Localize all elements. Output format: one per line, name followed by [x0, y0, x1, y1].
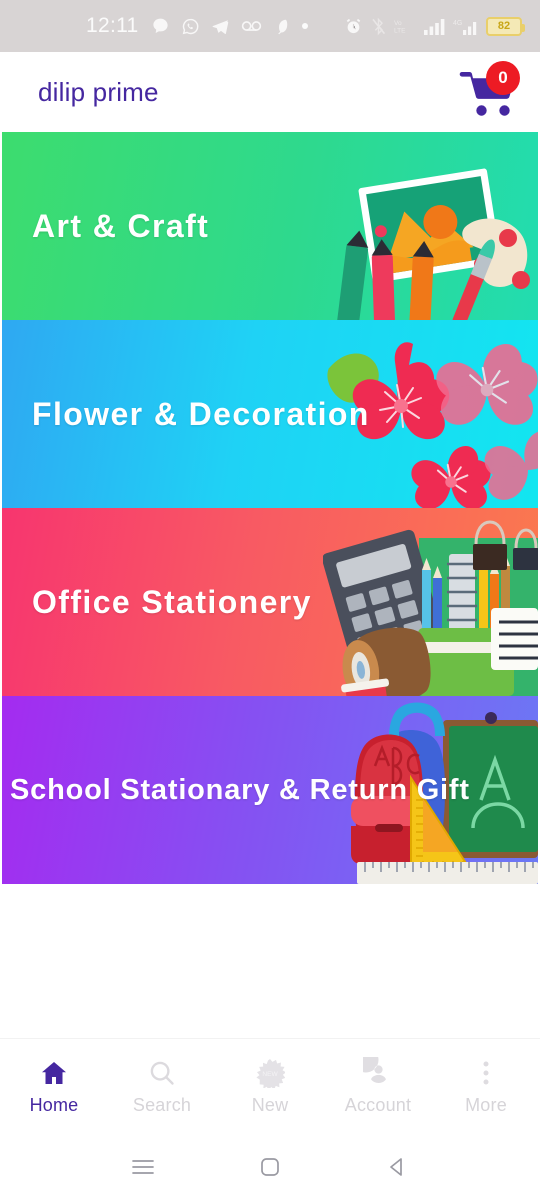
art-supplies-illustration: [337, 168, 530, 320]
search-icon: [147, 1058, 177, 1088]
signal-4g-icon: 4G: [453, 18, 479, 35]
banner-art-and-craft[interactable]: Art & Craft: [2, 132, 538, 320]
home-icon: [38, 1058, 70, 1088]
back-triangle-icon[interactable]: [370, 1147, 424, 1187]
battery-level-label: 82: [497, 19, 511, 32]
home-square-icon[interactable]: [243, 1147, 297, 1187]
app-root: 12:11 Vo LTE 4G 82 dilip prime 0 Art & C…: [0, 0, 540, 1200]
chat-bubble-icon: [151, 17, 170, 36]
nav-label-search: Search: [132, 1094, 192, 1115]
nav-item-more[interactable]: More: [432, 1058, 540, 1116]
banner-title: Office Stationery: [32, 583, 312, 620]
nav-label-more: More: [465, 1094, 507, 1115]
recents-hamburger-icon[interactable]: [116, 1147, 170, 1187]
feather-icon: [273, 17, 291, 36]
banner-office-stationery[interactable]: Office Stationery: [2, 508, 538, 696]
category-banner-list: Art & Craft Flower & Decoration Office S…: [0, 132, 540, 884]
more-vertical-icon: [475, 1058, 497, 1088]
voicemail-icon: [241, 18, 262, 34]
telegram-icon: [211, 17, 230, 36]
status-bar: 12:11 Vo LTE 4G 82: [0, 0, 540, 52]
nav-item-new[interactable]: NEW New: [216, 1058, 324, 1116]
status-bar-clock: 12:11: [86, 14, 139, 37]
signal-bars-icon: [424, 18, 446, 35]
svg-text:NEW: NEW: [262, 1070, 278, 1077]
app-bar: dilip prime 0: [0, 52, 540, 132]
page-title: dilip prime: [38, 76, 159, 107]
nav-label-new: New: [251, 1094, 289, 1115]
cart-count-badge: 0: [486, 61, 520, 95]
banner-title: School Stationary & Return Gift: [10, 773, 470, 806]
dot-icon: [301, 23, 308, 29]
whatsapp-icon: [181, 17, 200, 36]
system-navigation-bar: [0, 1134, 540, 1200]
battery-icon: 82: [486, 16, 525, 36]
content-empty-space: [0, 884, 540, 1038]
status-bar-notification-icons: [151, 17, 308, 36]
svg-text:LTE: LTE: [394, 28, 406, 35]
nav-label-account: Account: [344, 1094, 412, 1115]
nav-item-search[interactable]: Search: [108, 1058, 216, 1116]
svg-text:4G: 4G: [453, 20, 462, 27]
nav-label-home: Home: [29, 1094, 79, 1115]
starburst-badge-icon: NEW: [255, 1058, 285, 1088]
bluetooth-muted-icon: [370, 17, 387, 36]
banner-school-stationary-and-return-gift[interactable]: School Stationary & Return Gift: [2, 696, 538, 884]
nav-item-account[interactable]: Account: [324, 1057, 432, 1116]
status-bar-system-icons: Vo LTE 4G 82: [344, 16, 525, 36]
volte-icon: Vo LTE: [394, 17, 417, 35]
cart-button[interactable]: 0: [458, 61, 520, 121]
banner-title: Art & Craft: [32, 207, 210, 244]
bottom-navigation-bar: Home Search NEW New Account More: [0, 1038, 540, 1134]
banner-flower-and-decoration[interactable]: Flower & Decoration: [2, 320, 538, 508]
svg-text:Vo: Vo: [394, 20, 402, 27]
banner-title: Flower & Decoration: [32, 395, 370, 432]
nav-item-home[interactable]: Home: [0, 1058, 108, 1116]
account-circle-icon: [362, 1057, 394, 1088]
office-supplies-illustration: [323, 520, 538, 696]
alarm-clock-icon: [344, 17, 363, 36]
